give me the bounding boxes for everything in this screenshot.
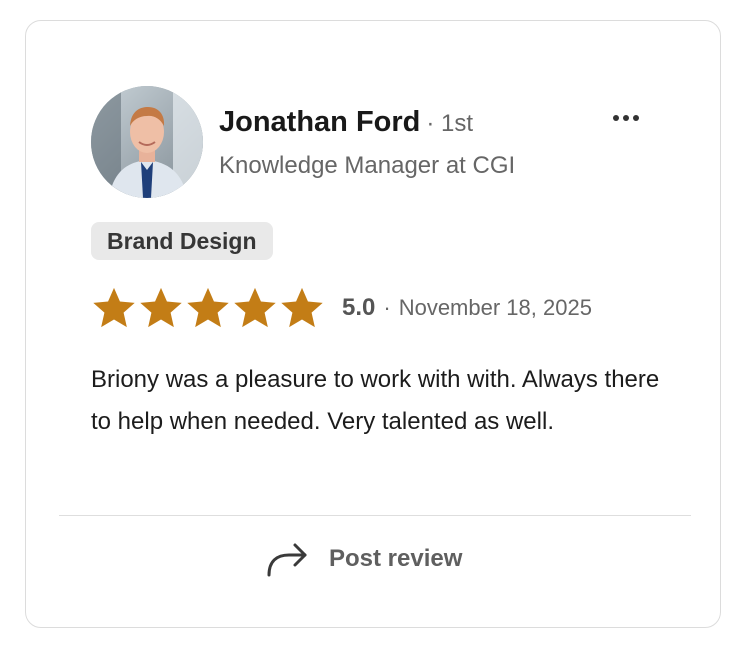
profile-photo — [91, 86, 203, 198]
more-options-button[interactable] — [608, 103, 644, 133]
reviewer-name-line: Jonathan Ford · 1st — [219, 104, 473, 145]
star-icon — [187, 287, 229, 328]
divider — [59, 515, 691, 516]
connection-degree: · 1st — [426, 110, 474, 137]
rating-row: 5.0 · November 18, 2025 — [91, 283, 592, 333]
reviewer-headline: Knowledge Manager at CGI — [219, 152, 516, 179]
rating-separator: · — [383, 295, 391, 320]
star-icon — [234, 287, 276, 328]
post-review-label: Post review — [329, 545, 463, 572]
avatar[interactable] — [91, 86, 203, 198]
star-rating — [91, 285, 326, 331]
star-icon — [140, 287, 182, 328]
review-date: November 18, 2025 — [398, 295, 592, 320]
post-review-button[interactable]: Post review — [261, 537, 462, 581]
reviewer-name[interactable]: Jonathan Ford — [219, 106, 420, 138]
review-card: Jonathan Ford · 1st Knowledge Manager at … — [25, 20, 721, 628]
star-icon — [281, 287, 323, 328]
star-icon — [93, 287, 135, 328]
more-horizontal-icon — [613, 115, 639, 121]
service-tag: Brand Design — [91, 222, 273, 260]
review-text: Briony was a pleasure to work with with.… — [91, 366, 660, 435]
rating-score: 5.0 — [342, 294, 376, 321]
share-arrow-icon — [267, 543, 307, 577]
